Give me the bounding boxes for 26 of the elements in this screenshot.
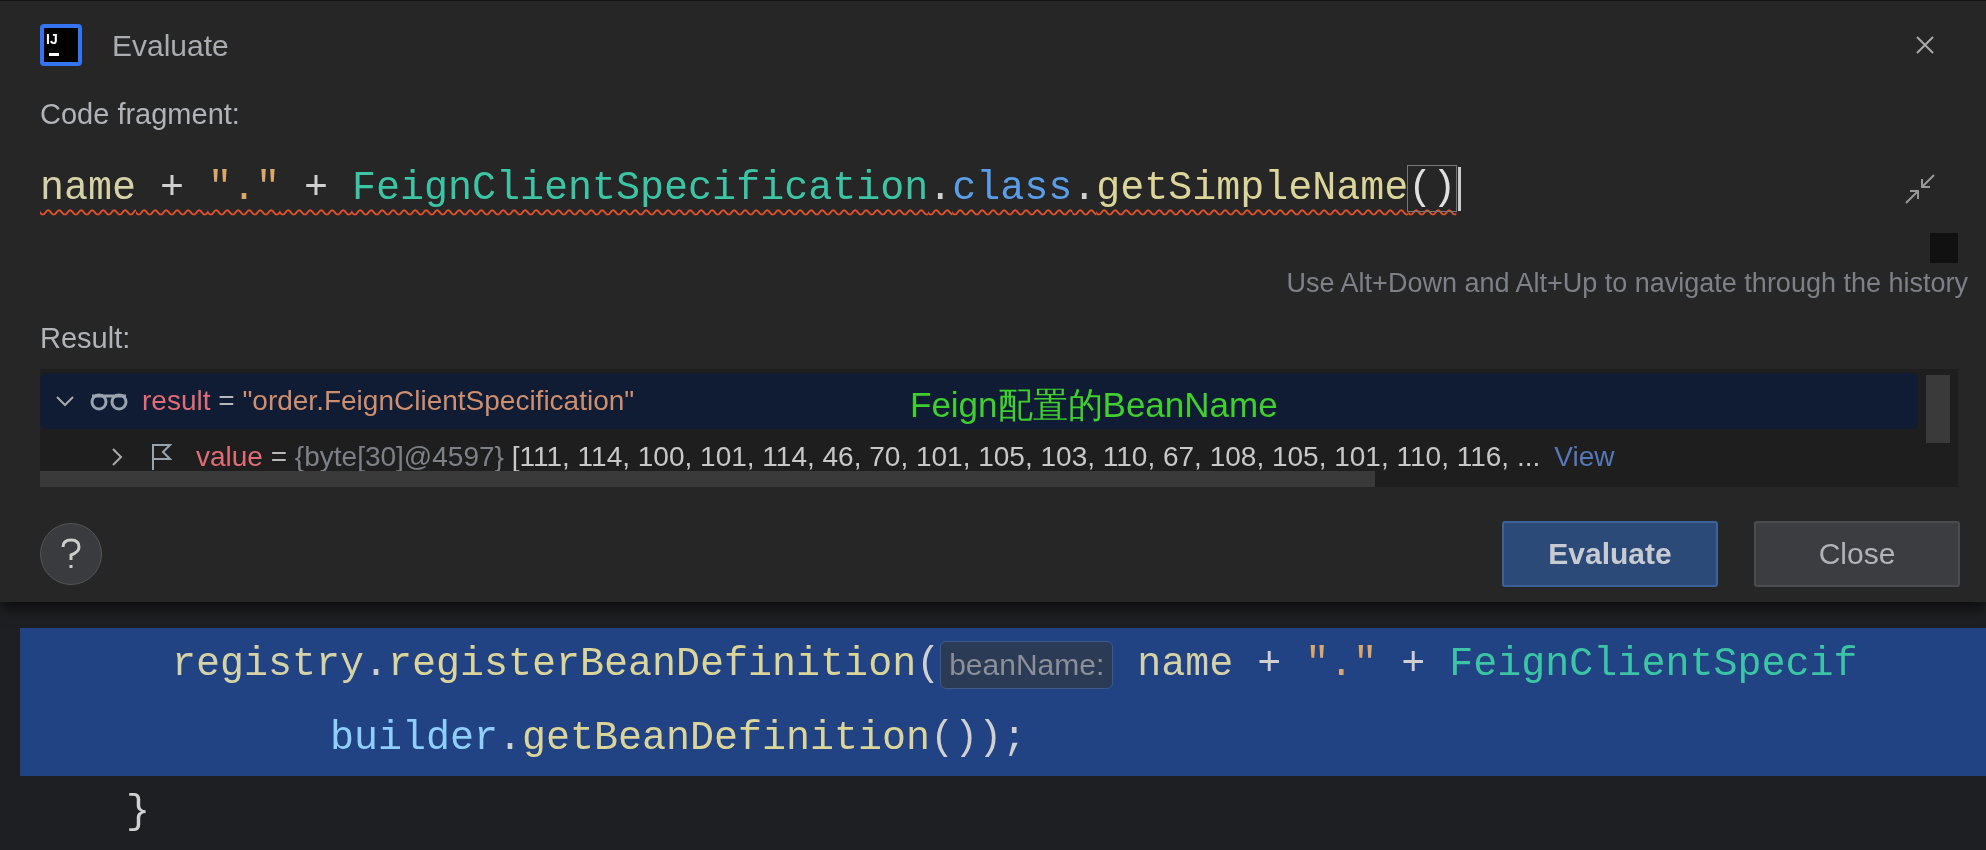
evaluate-button[interactable]: Evaluate <box>1502 520 1718 587</box>
close-button[interactable]: Close <box>1754 520 1960 587</box>
collapse-icon[interactable] <box>1904 172 1936 205</box>
close-icon[interactable] <box>1914 34 1936 56</box>
view-link[interactable]: View <box>1554 435 1615 478</box>
code-input-field[interactable]: name + "." + FeignClientSpecification.class.getSimpleName() <box>40 158 1946 219</box>
flag-icon <box>150 442 174 471</box>
vertical-scrollbar <box>1926 374 1950 443</box>
code-text: builder.getBeanDefinition()); <box>330 715 1027 763</box>
text-cursor <box>1458 166 1462 211</box>
field-label: Result: <box>40 321 132 356</box>
code-text: name + "." + FeignClientSpecification.class.getSimpleName() <box>40 164 1457 213</box>
inlay-hint: beanName: <box>940 641 1114 689</box>
code-text: registry.registerBeanDefinition( <box>172 641 941 689</box>
code-text: } <box>126 789 150 837</box>
variable-value: value = {byte[30]@4597} [111, 114, 100, 101, 114, 46, 70, 101, 105, 103, 110, 67, 108, 105, 101, 110, 116, ... <box>196 439 1541 474</box>
code-text: name + "." + FeignClientSpecif <box>1136 641 1858 689</box>
annotation-text: Feign配置的BeanName <box>910 383 1278 426</box>
variable-value: result = "order.FeignClientSpecification" <box>142 383 635 418</box>
tree-row[interactable]: value = {byte[30]@4597} [111, 114, 100, 101, 114, 46, 70, 101, 105, 103, 110, 67, 108, 105, 101, 110, 116, ... View <box>40 428 1918 485</box>
history-hint: Use Alt+Down and Alt+Up to navigate through the history <box>1286 266 1968 300</box>
window-title: Evaluate <box>112 27 229 64</box>
help-icon <box>61 537 81 570</box>
logo-text: IJ <box>46 32 59 46</box>
app-logo-icon <box>40 24 82 66</box>
field-label: Code fragment: <box>40 97 241 132</box>
